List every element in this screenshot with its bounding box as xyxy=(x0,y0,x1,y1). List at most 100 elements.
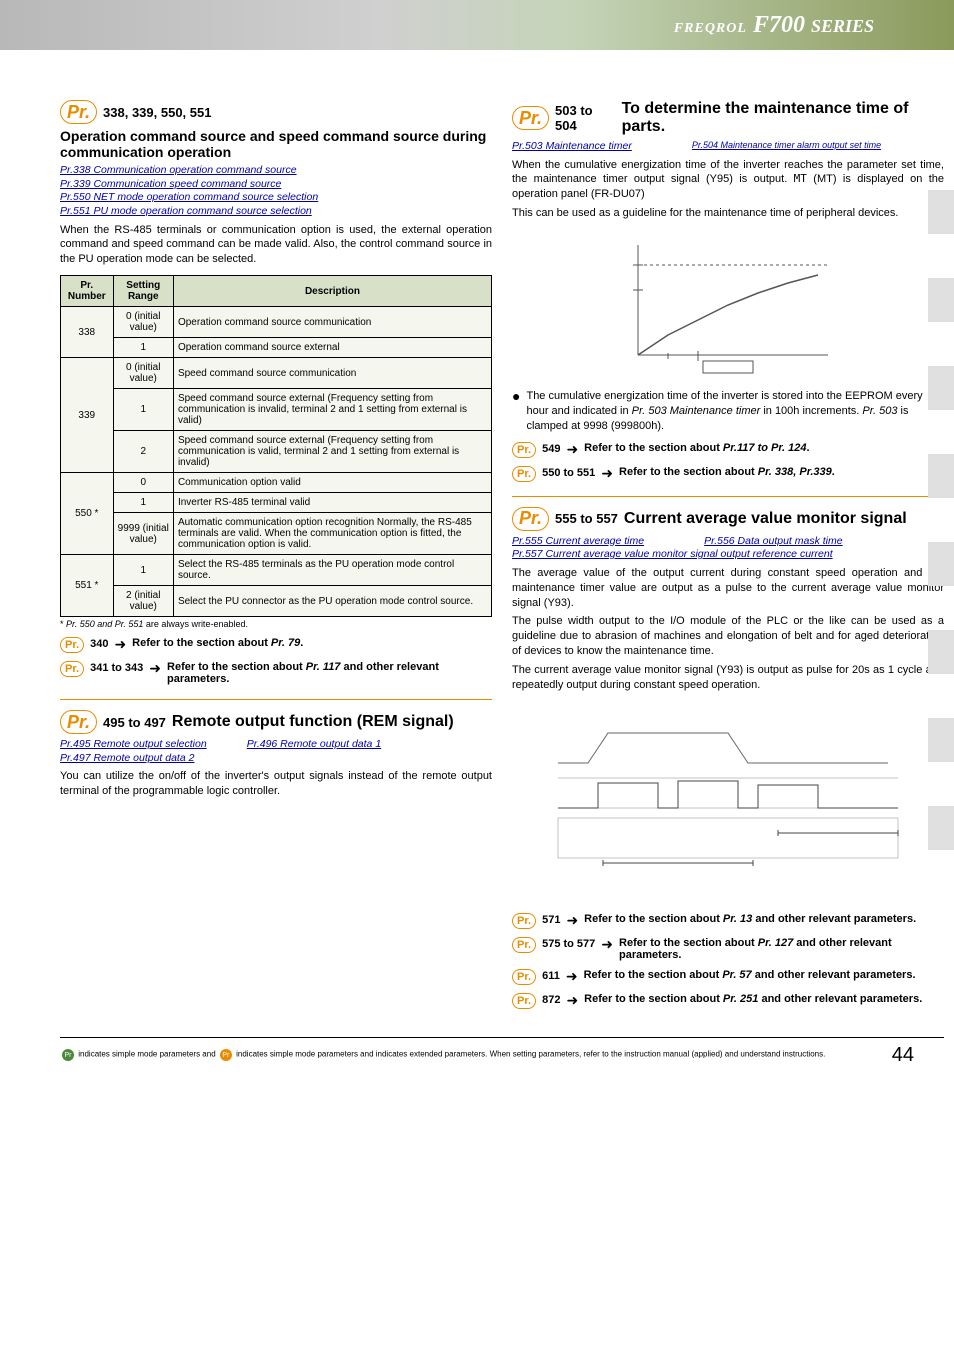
section-range: 555 to 557 xyxy=(555,511,618,526)
page-number: 44 xyxy=(892,1044,914,1067)
section-head-503: Pr. 503 to 504 To determine the maintena… xyxy=(512,100,944,136)
param-link[interactable]: Pr.339 Communication speed command sourc… xyxy=(60,178,492,192)
td-desc: Speed command source communication xyxy=(173,358,491,389)
ref-line-341: Pr. 341 to 343 ➜ Refer to the section ab… xyxy=(60,661,492,685)
arrow-icon: ➜ xyxy=(601,936,613,953)
footer-text: Pr indicates simple mode parameters and … xyxy=(60,1049,825,1061)
ref-line-611: Pr. 611 ➜ Refer to the section about Pr.… xyxy=(512,969,944,985)
param-link[interactable]: Pr.555 Current average time xyxy=(512,535,644,549)
param-link[interactable]: Pr.495 Remote output selection xyxy=(60,738,207,752)
pr-badge-sm: Pr. xyxy=(60,661,84,677)
header-model: F700 xyxy=(753,12,805,38)
param-link[interactable]: Pr.550 NET mode operation command source… xyxy=(60,191,492,205)
td-range: 0 (initial value) xyxy=(113,307,173,338)
td-desc: Automatic communication option recogniti… xyxy=(173,513,491,555)
ref-line-872: Pr. 872 ➜ Refer to the section about Pr.… xyxy=(512,993,944,1009)
pr-badge-sm: Pr. xyxy=(512,442,536,458)
td-desc: Communication option valid xyxy=(173,473,491,493)
body-text: When the cumulative energization time of… xyxy=(512,158,944,203)
ref-line-575: Pr. 575 to 577 ➜ Refer to the section ab… xyxy=(512,937,944,961)
arrow-icon: ➜ xyxy=(566,912,578,929)
section-title: To determine the maintenance time of par… xyxy=(622,100,944,136)
header-series: SERIES xyxy=(811,16,874,36)
td-range: 2 xyxy=(113,431,173,473)
param-link[interactable]: Pr.557 Current average value monitor sig… xyxy=(512,548,944,562)
td-range: 1 xyxy=(113,493,173,513)
mt-glyph: MT xyxy=(794,172,807,185)
side-tab xyxy=(928,718,954,762)
side-tab xyxy=(928,630,954,674)
param-link[interactable]: Pr.496 Remote output data 1 xyxy=(247,738,381,752)
td-num: 338 xyxy=(61,307,114,358)
param-link[interactable]: Pr.503 Maintenance timer xyxy=(512,140,632,154)
ref-num: 872 xyxy=(542,994,560,1006)
side-tab xyxy=(928,366,954,410)
section-range: 495 to 497 xyxy=(103,715,166,730)
pr-badge: Pr. xyxy=(512,106,549,130)
arrow-icon: ➜ xyxy=(149,660,161,677)
pr-badge: Pr. xyxy=(60,100,97,124)
td-range: 1 xyxy=(113,389,173,431)
param-link[interactable]: Pr.504 Maintenance timer alarm output se… xyxy=(692,140,881,154)
ref-num: 550 to 551 xyxy=(542,467,595,479)
pr-badge: Pr. xyxy=(60,710,97,734)
td-num: 550 * xyxy=(61,473,114,555)
side-tab xyxy=(928,542,954,586)
arrow-icon: ➜ xyxy=(566,992,578,1009)
ref-line-549: Pr. 549 ➜ Refer to the section about Pr.… xyxy=(512,442,944,458)
side-tab xyxy=(928,454,954,498)
pr-badge-sm: Pr. xyxy=(512,913,536,929)
green-icon: Pr xyxy=(62,1049,74,1061)
td-range: 2 (initial value) xyxy=(113,586,173,617)
td-desc: Operation command source external xyxy=(173,338,491,358)
param-link[interactable]: Pr.556 Data output mask time xyxy=(704,535,843,549)
side-tab xyxy=(928,806,954,850)
param-table: Pr. Number Setting Range Description 338… xyxy=(60,275,492,617)
pr-badge-sm: Pr. xyxy=(512,466,536,482)
td-range: 9999 (initial value) xyxy=(113,513,173,555)
current-chart xyxy=(548,703,908,903)
table-footnote: * Pr. 550 and Pr. 551 are always write-e… xyxy=(60,619,492,629)
footer: Pr indicates simple mode parameters and … xyxy=(60,1037,944,1073)
pr-badge-sm: Pr. xyxy=(512,937,536,953)
th-pr-number: Pr. Number xyxy=(61,276,114,307)
td-desc: Inverter RS-485 terminal valid xyxy=(173,493,491,513)
ref-num: 571 xyxy=(542,914,560,926)
header-logo: FREQROL F700 SERIES xyxy=(674,12,874,39)
td-range: 1 xyxy=(113,338,173,358)
ref-num: 575 to 577 xyxy=(542,938,595,950)
td-num: 551 * xyxy=(61,555,114,617)
side-tabs xyxy=(928,190,954,894)
ref-line-340: Pr. 340 ➜ Refer to the section about Pr.… xyxy=(60,637,492,653)
orange-icon: Pr xyxy=(220,1049,232,1061)
side-tab xyxy=(928,190,954,234)
ref-num: 340 xyxy=(90,638,108,650)
maintenance-chart xyxy=(608,235,848,375)
header-bar: FREQROL F700 SERIES xyxy=(0,0,954,50)
header-prefix: FREQROL xyxy=(674,21,747,36)
th-setting-range: Setting Range xyxy=(113,276,173,307)
ref-num: 549 xyxy=(542,443,560,455)
param-link[interactable]: Pr.497 Remote output data 2 xyxy=(60,752,492,766)
param-link[interactable]: Pr.338 Communication operation command s… xyxy=(60,164,492,178)
section-head-338: Pr. 338, 339, 550, 551 xyxy=(60,100,492,124)
section-head-495: Pr. 495 to 497 Remote output function (R… xyxy=(60,710,492,734)
body-text: When the RS-485 terminals or communicati… xyxy=(60,223,492,268)
td-range: 0 (initial value) xyxy=(113,358,173,389)
td-range: 0 xyxy=(113,473,173,493)
td-desc: Speed command source external (Frequency… xyxy=(173,431,491,473)
bullet-icon: ● xyxy=(512,389,520,434)
td-desc: Select the RS-485 terminals as the PU op… xyxy=(173,555,491,586)
ref-num: 341 to 343 xyxy=(90,662,143,674)
bullet-note: ● The cumulative energization time of th… xyxy=(512,389,944,434)
section-range: 338, 339, 550, 551 xyxy=(103,105,211,120)
body-text: The average value of the output current … xyxy=(512,566,944,611)
param-link[interactable]: Pr.551 PU mode operation command source … xyxy=(60,205,492,219)
section-range: 503 to 504 xyxy=(555,103,616,133)
section-title: Current average value monitor signal xyxy=(624,510,907,528)
td-range: 1 xyxy=(113,555,173,586)
section-subtitle: Operation command source and speed comma… xyxy=(60,128,492,160)
body-text: This can be used as a guideline for the … xyxy=(512,206,944,221)
ref-line-550: Pr. 550 to 551 ➜ Refer to the section ab… xyxy=(512,466,944,482)
section-title: Remote output function (REM signal) xyxy=(172,713,454,731)
